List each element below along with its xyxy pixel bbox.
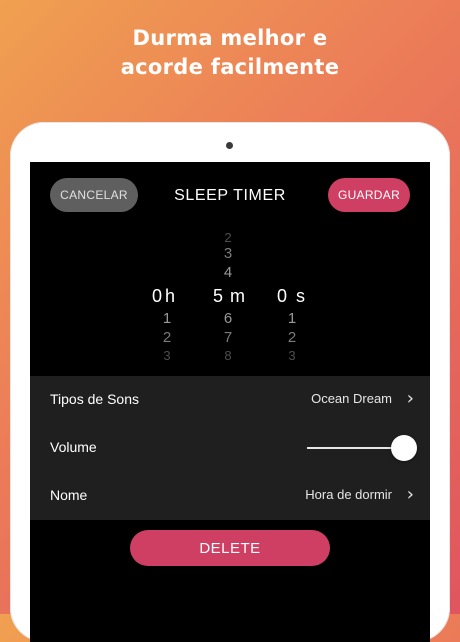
seconds-value: 0 bbox=[277, 286, 289, 306]
volume-slider[interactable] bbox=[307, 447, 403, 449]
seconds-option[interactable]: 1 bbox=[277, 310, 307, 327]
sound-type-label: Tipos de Sons bbox=[50, 391, 139, 407]
app-screen: CANCELAR SLEEP TIMER GUARDAR 1 2 3 2 3 4… bbox=[30, 162, 430, 642]
hours-unit: h bbox=[165, 286, 177, 306]
minutes-option[interactable]: 6 bbox=[213, 310, 243, 327]
hours-option[interactable]: 2 bbox=[152, 329, 182, 346]
minutes-option[interactable]: 4 bbox=[213, 264, 243, 281]
headline-line-2: acorde facilmente bbox=[120, 55, 340, 79]
screen-title: SLEEP TIMER bbox=[174, 187, 286, 204]
camera-icon bbox=[226, 142, 233, 149]
name-label: Nome bbox=[50, 487, 88, 503]
minutes-value: 5 bbox=[213, 286, 225, 306]
delete-area: DELETE bbox=[30, 520, 430, 642]
chevron-right-icon: › bbox=[406, 484, 414, 505]
name-value: Hora de dormir bbox=[305, 487, 392, 502]
top-bar: CANCELAR SLEEP TIMER GUARDAR bbox=[30, 162, 430, 232]
minutes-option[interactable]: 7 bbox=[213, 329, 243, 346]
time-picker[interactable]: 1 2 3 2 3 4 6 7 8 1 2 3 0h 5 m 0 s bbox=[30, 230, 430, 376]
minutes-option[interactable]: 3 bbox=[213, 245, 243, 262]
hours-option[interactable]: 3 bbox=[152, 348, 182, 363]
volume-label: Volume bbox=[50, 439, 97, 455]
minutes-unit: m bbox=[230, 286, 247, 306]
seconds-option[interactable]: 3 bbox=[277, 348, 307, 363]
cancel-button[interactable]: CANCELAR bbox=[50, 178, 138, 212]
settings-list: Tipos de Sons Ocean Dream › Volume Nome … bbox=[30, 376, 430, 520]
sound-type-row[interactable]: Tipos de Sons Ocean Dream › bbox=[30, 376, 430, 424]
save-button[interactable]: GUARDAR bbox=[328, 178, 410, 212]
chevron-right-icon: › bbox=[406, 388, 414, 409]
tablet-frame: CANCELAR SLEEP TIMER GUARDAR 1 2 3 2 3 4… bbox=[10, 122, 450, 642]
seconds-selected: 0s bbox=[277, 286, 306, 307]
hours-option[interactable]: 1 bbox=[152, 310, 182, 327]
seconds-unit: s bbox=[296, 286, 307, 306]
minutes-option[interactable]: 2 bbox=[213, 230, 243, 245]
name-row[interactable]: Nome Hora de dormir › bbox=[30, 472, 430, 520]
minutes-selected: 5m bbox=[213, 286, 246, 307]
minutes-option[interactable]: 8 bbox=[213, 348, 243, 363]
delete-button[interactable]: DELETE bbox=[130, 530, 330, 566]
hours-selected: 0h bbox=[152, 286, 176, 307]
volume-row: Volume bbox=[30, 424, 430, 472]
seconds-option[interactable]: 2 bbox=[277, 329, 307, 346]
hours-value: 0 bbox=[152, 286, 164, 306]
sound-type-value: Ocean Dream bbox=[311, 391, 392, 406]
headline-line-1: Durma melhor e bbox=[132, 26, 328, 50]
promo-headline: Durma melhor e acorde facilmente bbox=[0, 24, 460, 82]
volume-slider-thumb[interactable] bbox=[391, 435, 417, 461]
